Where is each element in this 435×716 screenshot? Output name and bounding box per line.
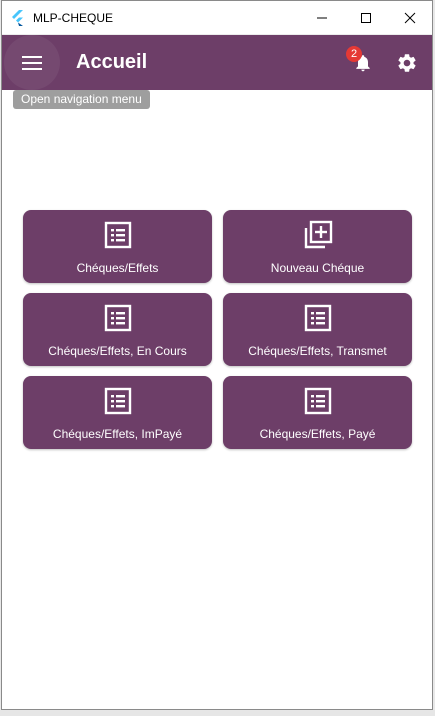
settings-button[interactable] [385,35,429,90]
flutter-logo-icon [11,9,27,26]
tile-cheques-en-cours[interactable]: Chéques/Effets, En Cours [23,293,212,366]
tile-cheques-paye[interactable]: Chéques/Effets, Payé [223,376,412,449]
tile-cheques-impaye[interactable]: Chéques/Effets, ImPayé [23,376,212,449]
list-icon [304,386,332,416]
menu-tooltip: Open navigation menu [13,90,150,109]
close-button[interactable] [388,1,432,34]
tile-nouveau-cheque[interactable]: Nouveau Chéque [223,210,412,283]
desktop-background-bottom [0,710,435,716]
list-icon [304,303,332,333]
minimize-icon [317,17,327,18]
app-window: MLP-CHEQUE Accueil 2 Open navigation men… [1,0,433,710]
tile-label: Chéques/Effets, ImPayé [52,427,183,441]
tile-label: Chéques/Effets, En Cours [48,344,187,358]
tile-grid: Chéques/Effets Nouveau Chéque Chéques/Ef… [23,210,413,449]
gear-icon [398,53,416,72]
window-title: MLP-CHEQUE [33,10,114,25]
maximize-button[interactable] [344,1,388,34]
tile-cheques-transmet[interactable]: Chéques/Effets, Transmet [223,293,412,366]
notifications-button[interactable]: 2 [341,35,385,90]
tile-label: Chéques/Effets [76,261,159,275]
library-add-icon [303,220,333,250]
list-icon [104,386,132,416]
window-titlebar[interactable]: MLP-CHEQUE [2,1,432,35]
notification-badge: 2 [346,46,362,62]
hamburger-menu-icon [22,55,42,70]
tile-label: Chéques/Effets, Payé [259,427,376,441]
list-icon [104,303,132,333]
tile-label: Nouveau Chéque [270,261,365,275]
app-bar: Accueil 2 [2,35,432,90]
maximize-icon [361,12,371,23]
tile-label: Chéques/Effets, Transmet [248,344,387,358]
list-icon [104,220,132,250]
navigation-menu-button[interactable] [4,35,60,90]
page-title: Accueil [76,51,148,73]
tile-cheques-effets[interactable]: Chéques/Effets [23,210,212,283]
minimize-button[interactable] [300,1,344,34]
close-icon [404,12,416,23]
